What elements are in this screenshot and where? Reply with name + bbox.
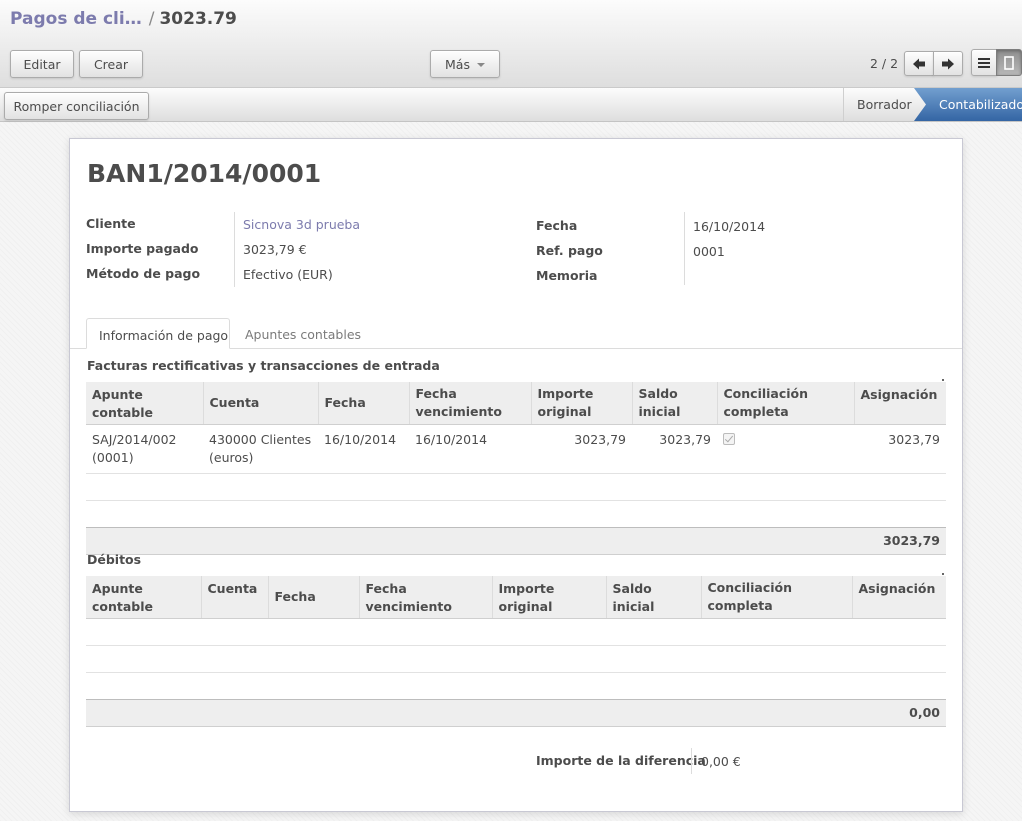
customer-link[interactable]: Sicnova 3d prueba [243,217,360,232]
credits-total: 3023,79 [86,527,946,555]
debits-total: 0,00 [86,699,946,727]
field-divider [684,212,685,285]
credits-table: Apunte contable Cuenta Fecha Fecha venci… [86,382,946,555]
payment-method-label: Método de pago [86,266,201,281]
column-header[interactable]: Asignación [851,576,946,619]
date-label: Fecha [536,218,578,233]
payment-ref-label: Ref. pago [536,243,603,258]
status-bar: Romper conciliación Borrador Contabiliza… [0,88,1022,122]
resize-handle [942,379,944,381]
customer-label: Cliente [86,216,136,231]
payment-ref-value: 0001 [693,244,725,259]
pager-next-button[interactable] [933,51,963,76]
resize-handle [942,573,944,575]
amount-paid-value: 3023,79 € [243,242,307,257]
tab-payment-info[interactable]: Información de pago [86,318,230,349]
empty-row [86,473,946,501]
debits-table: Apunte contable Cuenta Fecha Fecha venci… [86,576,946,727]
debits-total-row: 0,00 [86,699,946,727]
stage-posted: Contabilizado [914,88,1022,121]
unreconcile-button[interactable]: Romper conciliación [4,92,149,120]
debits-section-title: Débitos [87,552,142,567]
move-line-cell: SAJ/2014/002 (0001) [86,424,203,474]
date-cell: 16/10/2014 [318,424,409,474]
column-header[interactable]: Saldo inicial [605,576,701,619]
column-header[interactable]: Cuenta [202,382,318,425]
column-header[interactable]: Conciliación completa [716,382,854,425]
payment-method-value: Efectivo (EUR) [243,267,333,282]
column-header[interactable]: Fecha vencimiento [358,576,492,619]
credits-total-row: 3023,79 [86,527,946,555]
credits-header-row: Apunte contable Cuenta Fecha Fecha venci… [86,382,946,425]
full-reconcile-cell [717,424,854,474]
column-header[interactable]: Conciliación completa [700,576,852,619]
column-header[interactable]: Apunte contable [86,382,203,425]
memo-label: Memoria [536,268,598,283]
credits-section-title: Facturas rectificativas y transacciones … [87,358,440,373]
checkbox-checked-icon[interactable] [723,433,735,445]
stage-draft: Borrador [843,88,915,121]
column-header[interactable]: Asignación [853,382,946,425]
allocation-cell: 3023,79 [854,424,946,474]
column-header[interactable]: Saldo inicial [631,382,717,425]
due-date-cell: 16/10/2014 [409,424,531,474]
form-view-button[interactable] [996,49,1022,76]
empty-row [86,501,946,528]
column-header[interactable]: Importe original [491,576,606,619]
empty-row [86,645,946,673]
arrow-left-icon [913,58,925,69]
pager-value: 2 / 2 [870,56,899,71]
breadcrumb-parent-link[interactable]: Pagos de cli… [10,9,142,29]
caret-down-icon [476,63,485,67]
form-sheet: BAN1/2014/0001 Cliente Importe pagado Mé… [69,138,963,812]
list-view-button[interactable] [971,49,997,76]
table-row[interactable]: SAJ/2014/002 (0001) 430000 Clientes (eur… [86,424,946,474]
column-header[interactable]: Fecha [317,382,409,425]
pager-previous-button[interactable] [904,51,934,76]
arrow-right-icon [942,58,954,69]
create-button[interactable]: Crear [79,50,143,78]
form-view-icon [1004,55,1014,70]
breadcrumb-current: 3023.79 [159,9,237,29]
column-header[interactable]: Cuenta [200,576,268,619]
breadcrumb: Pagos de cli… /3023.79 [10,9,237,29]
tab-journal-items[interactable]: Apuntes contables [233,318,373,349]
column-header[interactable]: Apunte contable [86,576,201,619]
edit-button[interactable]: Editar [10,50,74,78]
opening-balance-cell: 3023,79 [632,424,717,474]
field-divider [691,748,692,774]
column-header[interactable]: Fecha vencimiento [408,382,531,425]
difference-label: Importe de la diferencia [536,753,706,768]
more-dropdown[interactable]: Más [430,50,500,78]
amount-paid-label: Importe pagado [86,241,199,256]
list-view-icon [978,58,990,68]
column-header[interactable]: Importe original [530,382,632,425]
original-amount-cell: 3023,79 [531,424,632,474]
account-cell: 430000 Clientes (euros) [203,424,318,474]
field-divider [234,212,235,287]
debits-header-row: Apunte contable Cuenta Fecha Fecha venci… [86,576,946,619]
difference-value: 0,00 € [701,754,741,769]
breadcrumb-separator: / [148,9,155,29]
column-header[interactable]: Fecha [267,576,359,619]
empty-row [86,618,946,646]
record-title: BAN1/2014/0001 [87,159,322,188]
empty-row [86,673,946,700]
date-value: 16/10/2014 [693,219,766,234]
control-panel: Pagos de cli… /3023.79 Editar Crear Más 2… [0,0,1022,88]
more-label: Más [445,56,470,72]
